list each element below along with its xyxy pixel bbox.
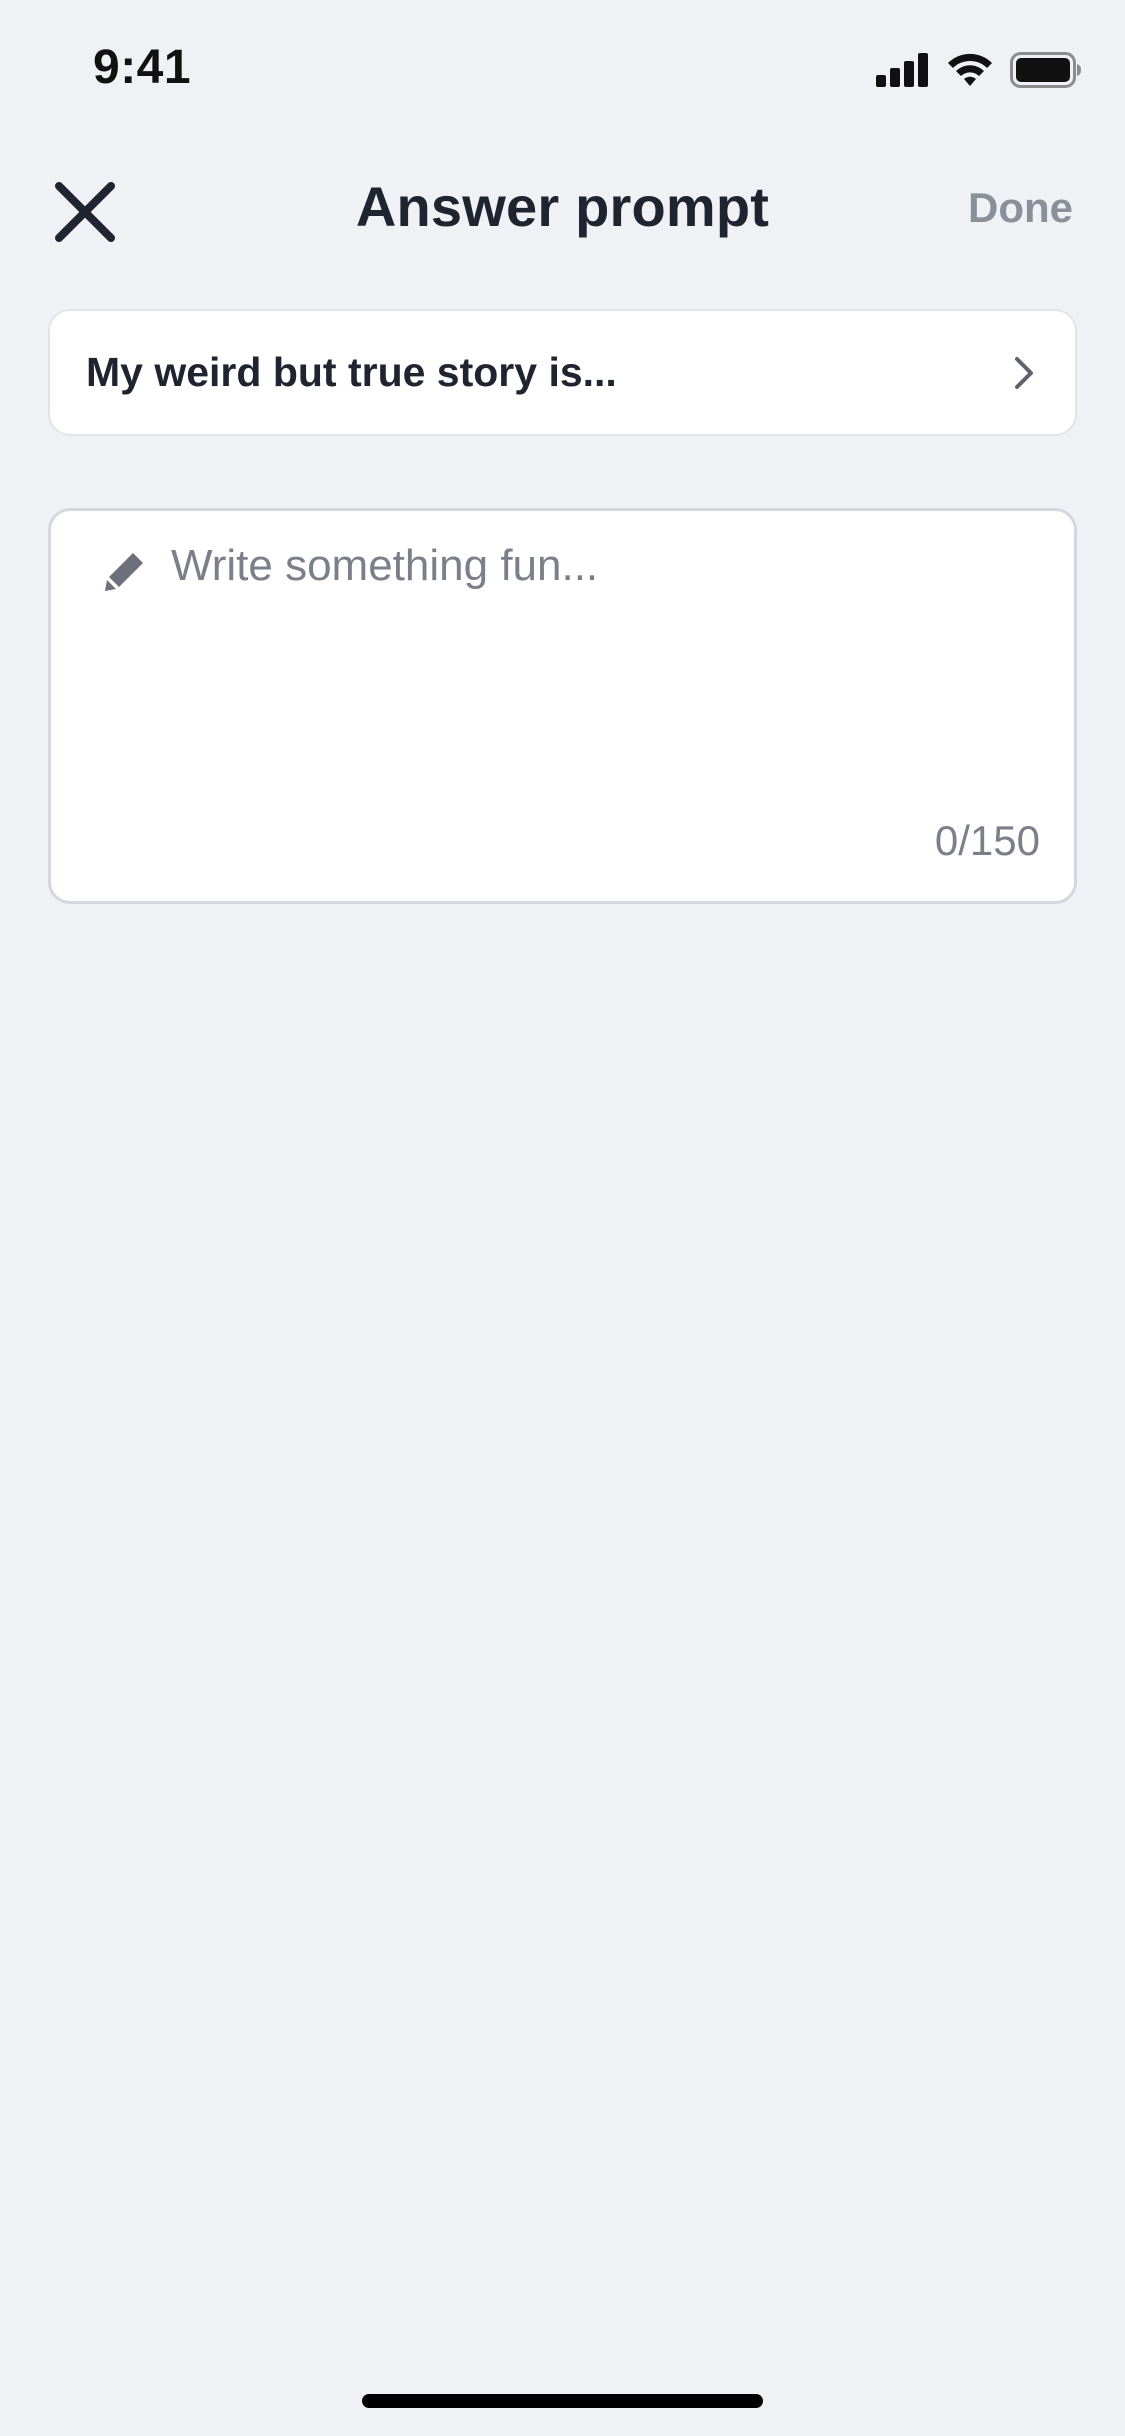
wifi-icon xyxy=(948,53,992,86)
pencil-icon xyxy=(105,553,143,591)
status-time: 9:41 xyxy=(93,41,192,94)
status-icons xyxy=(876,50,1082,90)
home-indicator[interactable] xyxy=(362,2394,763,2408)
signal-icon xyxy=(876,53,928,87)
character-counter: 0/150 xyxy=(934,817,1040,864)
page-title: Answer prompt xyxy=(355,175,770,238)
status-bar: 9:41 xyxy=(0,0,1125,140)
answer-input[interactable] xyxy=(171,537,1041,797)
chevron-right-icon xyxy=(1009,353,1039,393)
done-button[interactable]: Done xyxy=(968,184,1073,232)
prompt-text: My weird but true story is... xyxy=(86,349,617,395)
answer-box: 0/150 xyxy=(48,508,1077,904)
prompt-selector[interactable]: My weird but true story is... xyxy=(48,309,1077,436)
header: Answer prompt Done xyxy=(0,160,1125,260)
battery-icon xyxy=(1010,52,1081,88)
